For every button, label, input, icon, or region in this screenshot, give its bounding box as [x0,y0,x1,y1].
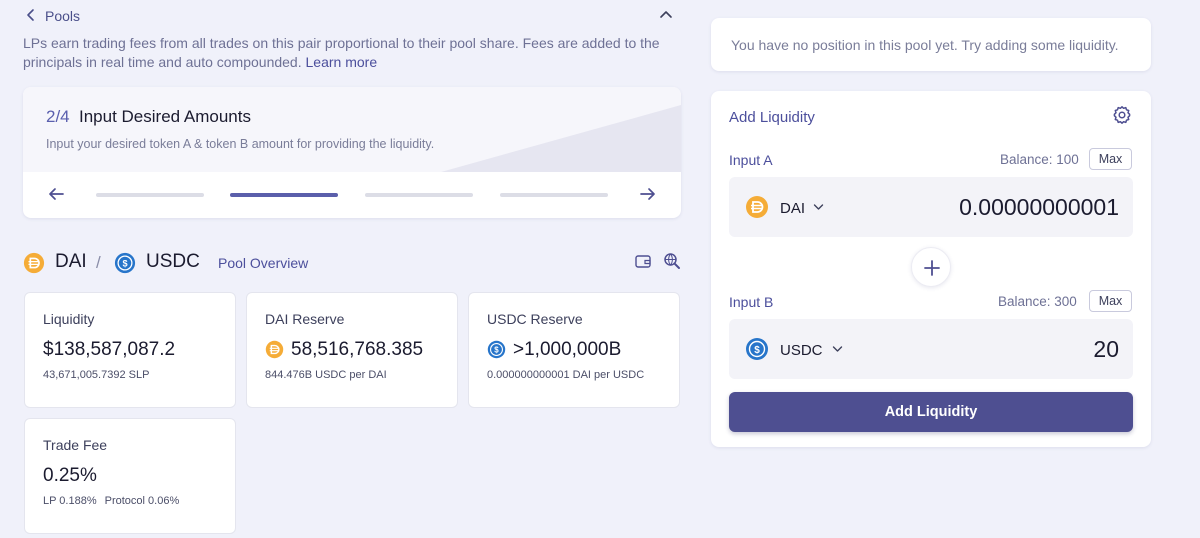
step-progress-bar [96,193,204,197]
no-position-notice: You have no position in this pool yet. T… [711,18,1151,71]
step-header: 2/4 Input Desired Amounts Input your des… [23,87,681,172]
input-b-label: Input B [729,294,774,310]
plus-icon [924,260,940,276]
decorative-slope [441,105,681,172]
learn-more-link[interactable]: Learn more [306,54,378,70]
svg-text:$: $ [122,258,127,268]
dai-token-icon [746,196,768,218]
input-b-box: $ USDC [729,319,1133,379]
input-b-amount[interactable] [879,333,1119,365]
chevron-up-icon[interactable] [659,8,673,22]
liquidity-sub: 43,671,005.7392 SLP [43,369,150,381]
input-b-max-button[interactable]: Max [1089,290,1132,312]
input-a-label: Input A [729,152,773,168]
token-b-symbol: USDC [780,342,823,359]
no-position-text: You have no position in this pool yet. T… [731,37,1119,53]
protocol-fee: Protocol 0.06% [104,495,180,507]
search-globe-icon[interactable] [663,252,681,270]
liquidity-card: Liquidity $138,587,087.2 43,671,005.7392… [24,292,236,408]
trade-fee-card: Trade Fee 0.25% LP 0.188% Protocol 0.06% [24,418,236,534]
usdc-reserve-card: USDC Reserve $ >1,000,000B 0.00000000000… [468,292,680,408]
chevron-down-icon[interactable] [813,203,824,211]
add-liquidity-title: Add Liquidity [729,109,815,126]
wallet-icon[interactable] [635,254,651,268]
plus-button[interactable] [911,247,951,287]
dai-reserve-label: DAI Reserve [265,311,345,327]
usdc-token-icon: $ [114,252,136,274]
step-subtitle: Input your desired token A & token B amo… [46,137,435,151]
step-progress-bar-active [230,193,338,197]
pool-description: LPs earn trading fees from all trades on… [23,34,683,72]
input-a-balance: Balance: 100 [1000,152,1079,167]
usdc-token-icon: $ [746,338,768,360]
liquidity-label: Liquidity [43,311,95,327]
trade-fee-value: 0.25% [43,465,97,486]
input-b-balance: Balance: 300 [998,294,1077,309]
chevron-down-icon[interactable] [832,345,843,353]
dai-reserve-sub: 844.476B USDC per DAI [265,369,387,381]
step-progress-card: 2/4 Input Desired Amounts Input your des… [23,87,681,218]
add-liquidity-panel: Add Liquidity Input A Balance: 100 Max D… [711,91,1151,447]
token-b-name: USDC [146,251,200,272]
usdc-reserve-label: USDC Reserve [487,311,583,327]
trade-fee-label: Trade Fee [43,437,108,453]
liquidity-value: $138,587,087.2 [43,339,176,360]
gear-icon[interactable] [1112,105,1132,125]
step-title: Input Desired Amounts [79,107,251,126]
lp-fee: LP 0.188% [43,495,97,507]
dai-token-icon [23,252,45,274]
arrow-left-icon[interactable] [47,186,65,202]
pool-overview-link[interactable]: Pool Overview [218,255,308,271]
dai-reserve-value: 58,516,768.385 [291,339,424,360]
input-a-box: DAI [729,177,1133,237]
dai-reserve-card: DAI Reserve 58,516,768.385 844.476B USDC… [246,292,458,408]
arrow-right-icon[interactable] [639,186,657,202]
token-a-name: DAI [55,251,87,272]
pair-separator: / [96,253,101,272]
dai-token-icon [265,340,284,359]
step-number: 2/4 [46,107,70,126]
svg-text:$: $ [754,345,760,356]
input-a-max-button[interactable]: Max [1089,148,1132,170]
add-liquidity-button[interactable]: Add Liquidity [729,392,1133,432]
trade-fee-breakdown: LP 0.188% Protocol 0.06% [43,495,179,507]
pools-back-link[interactable]: Pools [45,8,80,24]
svg-text:$: $ [494,346,499,355]
token-a-symbol: DAI [780,200,806,217]
chevron-left-icon[interactable] [25,8,37,22]
input-a-amount[interactable] [879,191,1119,223]
pools-header: Pools [23,6,683,26]
usdc-reserve-value: >1,000,000B [513,339,622,360]
step-progress-bar [500,193,608,197]
step-progress-bar [365,193,473,197]
usdc-reserve-sub: 0.000000000001 DAI per USDC [487,369,645,381]
token-pair-row: DAI / $ USDC Pool Overview [23,250,683,276]
usdc-token-icon: $ [487,340,506,359]
